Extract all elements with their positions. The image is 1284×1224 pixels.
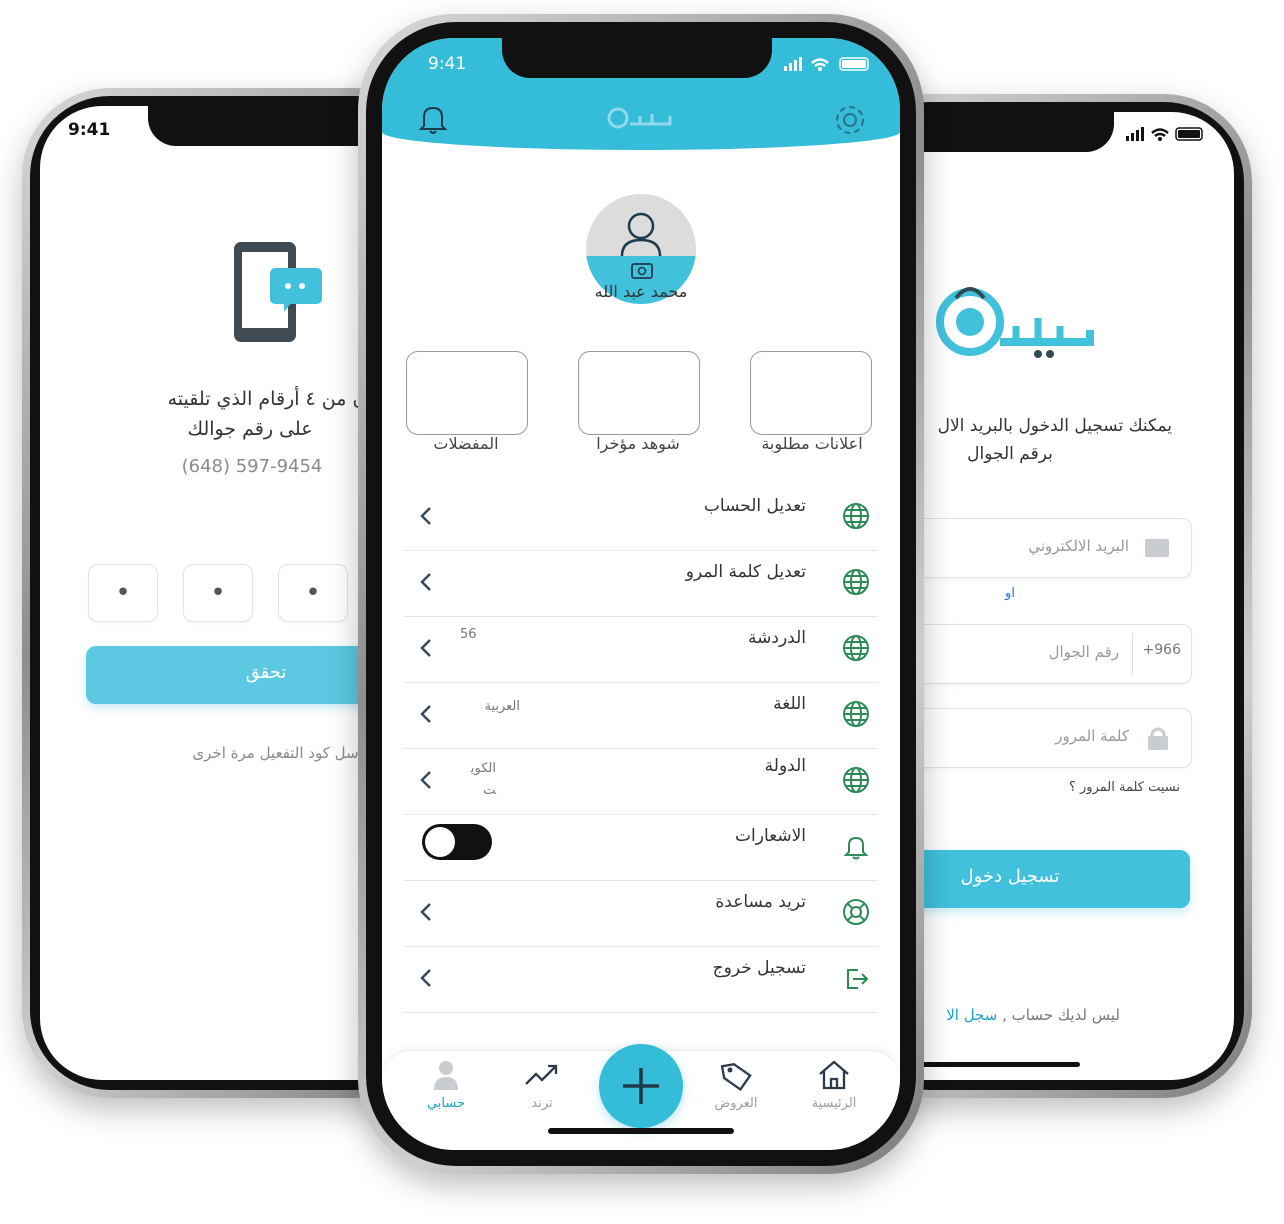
chevron-left-icon: [420, 705, 431, 723]
menu-label: اللغة: [773, 694, 806, 714]
menu-notifications: الاشعارات: [404, 814, 878, 881]
tile-recently-viewed-label: شوهد مؤخرا: [596, 434, 680, 453]
country-code[interactable]: +966: [1143, 642, 1181, 658]
forgot-password-link[interactable]: نسيت كلمة المرور ؟: [1020, 780, 1180, 795]
tile-favorites-label: المفضلات: [433, 434, 499, 453]
profile-phone-frame: 9:41 محمد عبد الله اعلانات مطلوبة شوهد م…: [358, 14, 924, 1174]
nav-account-label: حسابي: [426, 1096, 466, 1111]
home-icon: [819, 1060, 849, 1090]
or-label: او: [1005, 586, 1015, 601]
nav-account[interactable]: حسابي: [406, 1058, 486, 1111]
tag-icon: [720, 1062, 752, 1092]
phone-chat-icon: [232, 240, 328, 346]
status-time: 9:41: [68, 120, 111, 140]
header-logo: [604, 104, 674, 130]
tile-favorites[interactable]: [406, 351, 528, 435]
tile-requested-ads-label: اعلانات مطلوبة: [761, 434, 863, 453]
add-button[interactable]: [599, 1044, 683, 1128]
home-indicator: [900, 1062, 1080, 1067]
globe-icon: [843, 503, 869, 529]
menu-label: تريد مساعدة: [715, 892, 806, 912]
register-link[interactable]: سجل الا: [946, 1006, 997, 1024]
menu-edit-account[interactable]: تعديل الحساب: [404, 484, 878, 551]
password-field[interactable]: كلمة المرور: [900, 708, 1192, 768]
code-input-3[interactable]: •: [278, 564, 348, 622]
bell-icon: [843, 836, 869, 860]
code-input-1[interactable]: •: [88, 564, 158, 622]
bell-icon[interactable]: [416, 102, 450, 136]
profile-screen: 9:41 محمد عبد الله اعلانات مطلوبة شوهد م…: [382, 38, 900, 1150]
lock-icon: [1147, 725, 1169, 751]
globe-icon: [843, 635, 869, 661]
app-logo: [920, 272, 1100, 362]
chevron-left-icon: [420, 573, 431, 591]
no-account-text: ليس لديك حساب ,: [1002, 1006, 1120, 1024]
menu-language[interactable]: اللغة العربية: [404, 682, 878, 749]
globe-icon: [843, 569, 869, 595]
gear-icon[interactable]: [832, 102, 868, 138]
chevron-left-icon: [420, 969, 431, 987]
notifications-toggle[interactable]: [422, 824, 492, 860]
lifebuoy-icon: [843, 899, 869, 925]
globe-icon: [843, 701, 869, 727]
menu-logout[interactable]: تسجيل خروج: [404, 946, 878, 1013]
menu-label: الدولة: [764, 756, 806, 776]
status-icons: [1126, 126, 1216, 142]
resend-code-link[interactable]: أرسل كود التفعيل مرة اخرى: [150, 744, 370, 762]
menu-help[interactable]: تريد مساعدة: [404, 880, 878, 947]
login-intro-line2: برقم الجوال: [967, 444, 1053, 464]
login-intro-line1: يمكنك تسجيل الدخول بالبريد الال: [937, 416, 1172, 436]
chevron-left-icon: [420, 903, 431, 921]
nav-home-label: الرئيسية: [811, 1096, 857, 1111]
menu-label: الاشعارات: [735, 826, 806, 846]
menu-chat[interactable]: الدردشة 56: [404, 616, 878, 683]
login-button-label: تسجيل دخول: [960, 866, 1060, 887]
mail-icon: [1145, 539, 1169, 557]
chevron-left-icon: [420, 639, 431, 657]
signup-row: ليس لديك حساب , سجل الا: [900, 1006, 1120, 1024]
tile-recently-viewed[interactable]: [578, 351, 700, 435]
nav-offers[interactable]: العروض: [696, 1058, 776, 1111]
phone-placeholder: رقم الجوال: [1048, 643, 1119, 661]
email-placeholder: البريد الالكتروني: [1028, 537, 1129, 555]
verify-phone-number: (648) 597-9454: [181, 456, 323, 477]
language-value: العربية: [484, 699, 520, 714]
nav-trend[interactable]: ترند: [502, 1058, 582, 1111]
chat-count: 56: [460, 627, 477, 642]
menu-country[interactable]: الدولة الكويت: [404, 748, 878, 815]
home-indicator: [548, 1128, 734, 1134]
tile-requested-ads[interactable]: [750, 351, 872, 435]
code-input-2[interactable]: •: [183, 564, 253, 622]
nav-home[interactable]: الرئيسية: [794, 1058, 874, 1111]
nav-offers-label: العروض: [714, 1096, 758, 1111]
menu-label: الدردشة: [748, 628, 806, 648]
trend-icon: [525, 1064, 558, 1085]
password-placeholder: كلمة المرور: [1055, 727, 1129, 745]
chevron-left-icon: [420, 507, 431, 525]
plus-icon: [623, 1068, 659, 1104]
user-name: محمد عبد الله: [594, 282, 688, 301]
menu-edit-password[interactable]: تعديل كلمة المرو: [404, 550, 878, 617]
menu-label: تسجيل خروج: [712, 958, 806, 978]
chevron-left-icon: [420, 771, 431, 789]
phone-field[interactable]: +966 رقم الجوال: [900, 624, 1192, 684]
status-time: 9:41: [428, 54, 467, 74]
menu-label: تعديل الحساب: [703, 496, 806, 516]
nav-trend-label: ترند: [531, 1096, 553, 1111]
logout-icon: [847, 969, 869, 989]
toggle-knob: [425, 827, 455, 857]
country-value: الكويت: [470, 761, 496, 798]
globe-icon: [843, 767, 869, 793]
login-button[interactable]: تسجيل دخول: [900, 850, 1190, 908]
user-icon: [434, 1061, 458, 1090]
field-divider: [1132, 633, 1133, 675]
status-icons: [784, 56, 884, 72]
phone-notch: [502, 38, 772, 78]
email-field[interactable]: البريد الالكتروني: [900, 518, 1192, 578]
menu-label: تعديل كلمة المرو: [685, 562, 806, 582]
verify-instruction-line2: على رقم جوالك: [187, 418, 313, 440]
